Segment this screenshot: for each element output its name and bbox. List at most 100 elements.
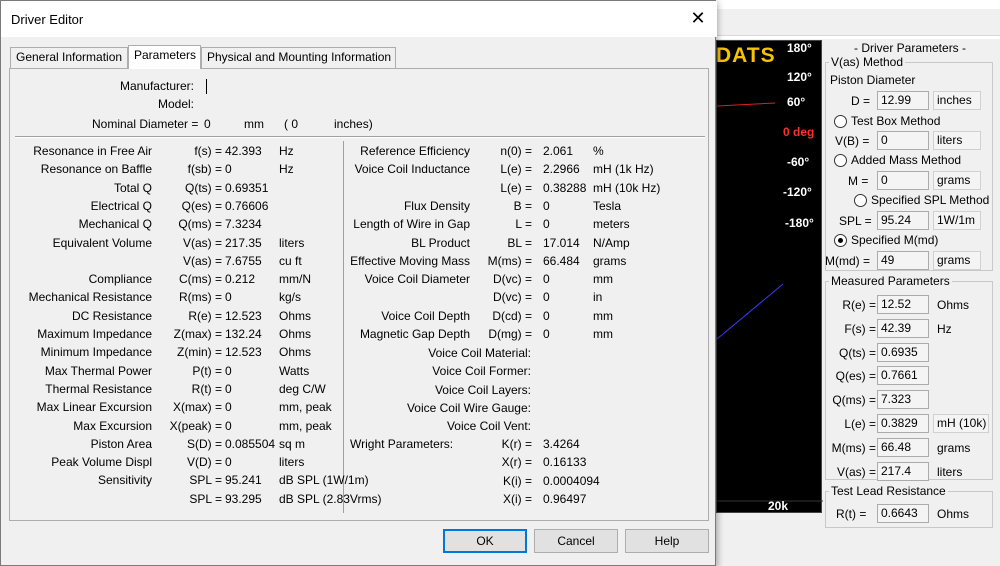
- spl-input[interactable]: 95.24: [877, 211, 929, 230]
- param-name: Resonance in Free Air: [33, 144, 152, 158]
- rt-input[interactable]: 0.6643: [877, 504, 929, 523]
- voice-coil-text: Voice Coil Wire Gauge:: [406, 400, 531, 415]
- param-name: Voice Coil Diameter: [364, 272, 470, 287]
- impedance-trace: [717, 283, 784, 340]
- param-symbol: V(as) =: [182, 235, 222, 250]
- vb-input[interactable]: 0: [877, 131, 929, 150]
- tab-parameters[interactable]: Parameters: [128, 45, 201, 69]
- nominal-in-value: ( 0: [284, 117, 299, 131]
- d-unit: inches: [933, 91, 981, 110]
- measured-value[interactable]: 12.52: [877, 295, 929, 314]
- x-tick: 20k: [768, 499, 789, 513]
- measured-value[interactable]: 0.3829: [877, 414, 929, 433]
- phase-graph[interactable]: [716, 40, 823, 513]
- param-value: 0: [543, 290, 550, 305]
- param-unit: mm, peak: [279, 418, 332, 433]
- piston-diameter-label: Piston Diameter: [830, 73, 916, 87]
- spl-method-label: Specified SPL Method: [871, 193, 990, 207]
- measured-label: F(s) =: [844, 321, 876, 336]
- param-value: 7.3234: [225, 217, 262, 232]
- y-tick: 60°: [787, 95, 806, 109]
- param-symbol: X(peak) =: [169, 418, 222, 433]
- param-symbol: R(e) =: [188, 308, 222, 323]
- measured-value[interactable]: 0.7661: [877, 366, 929, 386]
- param-symbol: M(ms) =: [487, 253, 532, 268]
- test-box-radio[interactable]: [834, 115, 847, 128]
- param-unit: mm: [593, 327, 613, 341]
- param-name: Mechanical Resistance: [28, 290, 152, 305]
- measured-unit: Hz: [937, 321, 952, 336]
- measured-value[interactable]: 0.6935: [877, 342, 929, 362]
- mmd-label: M(md) =: [825, 254, 870, 268]
- param-value: 0: [225, 363, 232, 378]
- param-unit: %: [593, 144, 604, 158]
- param-value: 2.061: [543, 144, 574, 158]
- param-value: 0: [543, 198, 550, 213]
- param-value: 66.484: [543, 253, 580, 268]
- param-symbol: f(sb) =: [187, 162, 222, 177]
- param-name: DC Resistance: [71, 308, 152, 323]
- tab-general-information[interactable]: General Information: [10, 47, 128, 68]
- manufacturer-input[interactable]: [206, 79, 207, 94]
- measured-value[interactable]: 217.4: [877, 461, 929, 481]
- d-label: D =: [851, 94, 871, 108]
- wright-value: 0.96497: [543, 491, 587, 506]
- help-button[interactable]: Help: [625, 529, 709, 553]
- param-symbol: Z(min) =: [177, 345, 222, 360]
- param-symbol: R(ms) =: [179, 290, 222, 305]
- param-symbol: V(D) =: [186, 455, 222, 470]
- measured-value[interactable]: 66.48: [877, 437, 929, 457]
- param-value: 217.35: [225, 235, 262, 250]
- param-value: 0.38288: [543, 180, 587, 195]
- nominal-mm-value: 0: [204, 117, 211, 131]
- added-mass-label: Added Mass Method: [851, 153, 962, 167]
- wright-value: 3.4264: [543, 437, 580, 451]
- param-value: 95.241: [225, 473, 262, 488]
- spl-method-radio[interactable]: [854, 194, 867, 207]
- model-label: Model:: [157, 97, 194, 111]
- vb-label: V(B) =: [835, 134, 870, 148]
- cancel-button[interactable]: Cancel: [534, 529, 618, 553]
- inches-unit: inches): [334, 117, 373, 131]
- app-strip: [716, 36, 1000, 39]
- voice-coil-text: Voice Coil Vent:: [446, 419, 531, 434]
- brand-text: DATS: [716, 44, 776, 67]
- tab-physical-mounting[interactable]: Physical and Mounting Information: [201, 47, 396, 68]
- close-icon[interactable]: ✕: [685, 7, 711, 31]
- title-bar: [1, 1, 717, 37]
- param-value: 0: [225, 400, 232, 415]
- measured-value[interactable]: 7.323: [877, 390, 929, 410]
- param-unit: in: [593, 290, 603, 305]
- param-value: 12.523: [225, 345, 262, 360]
- added-mass-radio[interactable]: [834, 154, 847, 167]
- m-input[interactable]: 0: [877, 171, 929, 190]
- mmd-method-radio[interactable]: [834, 234, 847, 247]
- param-symbol: D(mg) =: [488, 327, 532, 341]
- measured-value[interactable]: 42.39: [877, 318, 929, 338]
- wright-symbol: X(r) =: [501, 455, 532, 470]
- y-tick: -60°: [787, 155, 810, 169]
- param-symbol: SPL =: [189, 491, 222, 506]
- param-unit: Ohms: [279, 345, 312, 360]
- param-name: BL Product: [411, 235, 470, 250]
- param-value: 132.24: [225, 327, 262, 341]
- param-value: 0: [543, 308, 550, 323]
- driver-editor-dialog: Driver Editor ✕ General Information Para…: [0, 0, 717, 566]
- param-symbol: L =: [515, 217, 532, 232]
- app-toolbar: [716, 9, 1000, 36]
- param-value: 2.2966: [543, 162, 580, 177]
- wright-label: Wright Parameters:: [350, 437, 454, 451]
- test-box-label: Test Box Method: [851, 114, 941, 128]
- param-value: 0: [543, 327, 550, 341]
- param-symbol: L(e) =: [500, 180, 532, 195]
- measured-unit: liters: [937, 464, 963, 479]
- param-unit: Hz: [279, 144, 294, 158]
- measured-label: V(as) =: [836, 464, 876, 479]
- m-label: M =: [848, 174, 869, 188]
- mmd-input[interactable]: 49: [877, 251, 929, 270]
- param-value: 0: [225, 162, 232, 177]
- d-input[interactable]: 12.99: [877, 91, 929, 110]
- spl-unit: 1W/1m: [933, 211, 981, 230]
- param-symbol: C(ms) =: [179, 272, 222, 287]
- ok-button[interactable]: OK: [443, 529, 527, 553]
